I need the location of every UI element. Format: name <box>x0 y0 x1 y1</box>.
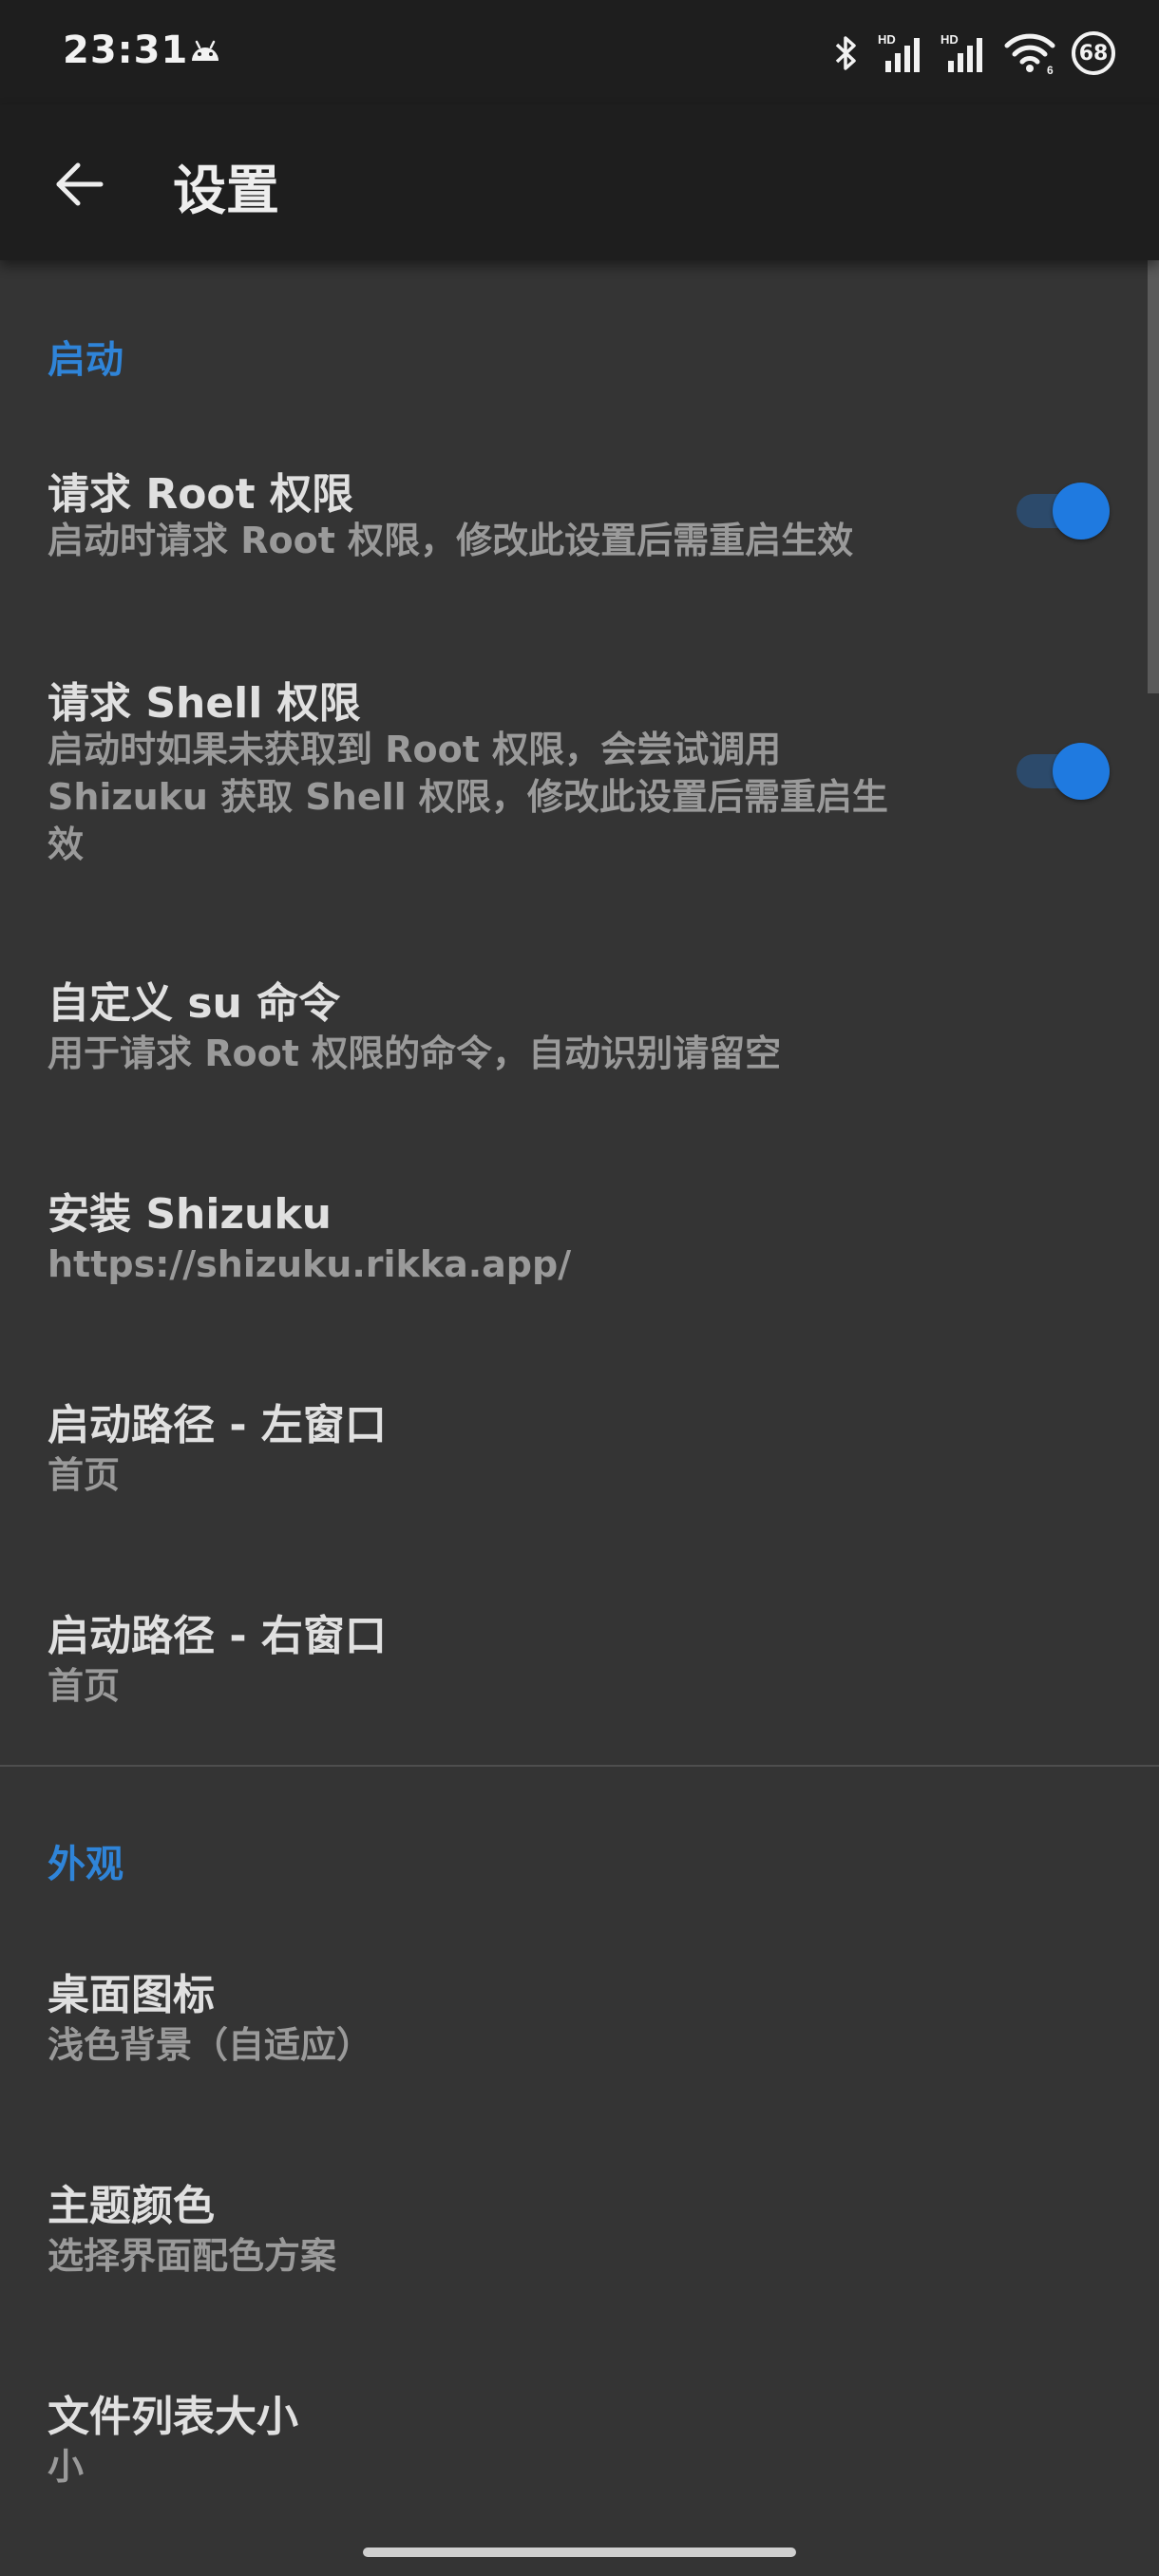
pref-start-path-right[interactable]: 启动路径 - 右窗口 首页 <box>0 1582 1159 1734</box>
pref-summary: 小 <box>48 2446 85 2488</box>
pref-start-path-left[interactable]: 启动路径 - 左窗口 首页 <box>0 1372 1159 1524</box>
bluetooth-icon <box>835 36 856 70</box>
pref-summary: 用于请求 Root 权限的命令，自动识别请留空 <box>48 1032 782 1074</box>
pref-summary: 浅色背景（自适应） <box>48 2024 373 2066</box>
pref-theme-color[interactable]: 主题颜色 选择界面配色方案 <box>0 2152 1159 2304</box>
arrow-back-icon[interactable] <box>49 154 110 215</box>
pref-request-root[interactable]: 请求 Root 权限 启动时请求 Root 权限，修改此设置后需重启生效 <box>0 437 1159 579</box>
switch-thumb <box>1053 743 1110 800</box>
svg-text:HD: HD <box>878 32 896 47</box>
svg-text:HD: HD <box>940 32 959 47</box>
pref-title: 文件列表大小 <box>48 2393 298 2441</box>
wifi-icon: 6 <box>1004 33 1055 76</box>
pref-request-shell[interactable]: 请求 Shell 权限 启动时如果未获取到 Root 权限，会尝试调用 Shiz… <box>0 655 1159 874</box>
pref-summary: 选择界面配色方案 <box>48 2235 337 2277</box>
shell-toggle-switch[interactable] <box>1013 739 1110 800</box>
status-bar: 23:31 HD HD 6 68 <box>0 0 1159 104</box>
pref-launcher-icon[interactable]: 桌面图标 浅色背景（自适应） <box>0 1941 1159 2093</box>
pref-title: 启动路径 - 左窗口 <box>48 1401 387 1449</box>
pref-summary: 启动时请求 Root 权限，修改此设置后需重启生效 <box>48 520 854 561</box>
battery-icon: 68 <box>1072 31 1115 75</box>
page-title: 设置 <box>173 161 279 222</box>
app-bar: 设置 <box>0 104 1159 260</box>
pref-title: 启动路径 - 右窗口 <box>48 1612 387 1660</box>
pref-title: 安装 Shizuku <box>48 1190 332 1239</box>
pref-install-shizuku[interactable]: 安装 Shizuku https://shizuku.rikka.app/ <box>0 1161 1159 1313</box>
gesture-nav-handle[interactable] <box>363 2548 796 2557</box>
root-toggle-switch[interactable] <box>1013 479 1110 540</box>
svg-text:6: 6 <box>1047 64 1054 76</box>
pref-title: 请求 Shell 权限 <box>48 679 361 728</box>
pref-title: 请求 Root 权限 <box>48 470 354 519</box>
pref-summary-line: Shizuku 获取 Shell 权限，修改此设置后需重启生 <box>48 776 888 818</box>
pref-title: 主题颜色 <box>48 2182 215 2230</box>
pref-summary: 首页 <box>48 1454 121 1496</box>
pref-title: 桌面图标 <box>48 1971 215 2019</box>
pref-title: 自定义 su 命令 <box>48 979 341 1028</box>
signal-hd-icon: HD <box>878 32 920 72</box>
pref-summary: 启动时如果未获取到 Root 权限，会尝试调用 Shizuku 获取 Shell… <box>48 726 950 868</box>
pref-summary-line: 启动时如果未获取到 Root 权限，会尝试调用 <box>48 729 782 770</box>
section-header-startup: 启动 <box>48 338 124 382</box>
status-icons: HD HD 6 68 <box>830 23 1115 84</box>
pref-file-list-size[interactable]: 文件列表大小 小 <box>0 2363 1159 2515</box>
android-icon <box>192 40 218 61</box>
section-header-appearance: 外观 <box>48 1843 124 1886</box>
pref-summary: 首页 <box>48 1665 121 1707</box>
signal-hd-icon: HD <box>940 32 982 72</box>
pref-summary: https://shizuku.rikka.app/ <box>48 1243 572 1285</box>
pref-custom-su[interactable]: 自定义 su 命令 用于请求 Root 权限的命令，自动识别请留空 <box>0 950 1159 1102</box>
status-time: 23:31 <box>63 28 189 72</box>
pref-summary-line: 效 <box>48 824 85 865</box>
switch-thumb <box>1053 483 1110 540</box>
section-divider <box>0 1765 1159 1767</box>
